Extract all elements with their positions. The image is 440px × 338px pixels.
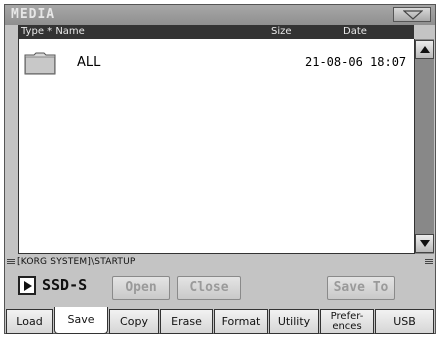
title-bar: MEDIA: [5, 5, 435, 25]
page-title: MEDIA: [11, 7, 56, 22]
tab-erase[interactable]: Erase: [160, 309, 213, 334]
close-button[interactable]: Close: [177, 276, 241, 300]
menu-triangle-icon: [403, 10, 423, 20]
device-label: SSD-S: [42, 276, 88, 294]
tab-load[interactable]: Load: [6, 309, 53, 334]
page-menu-button[interactable]: [393, 7, 431, 22]
file-list: ALL 21-08-06 18:07: [18, 39, 414, 254]
device-arrow-button[interactable]: [18, 276, 36, 295]
tab-usb[interactable]: USB: [375, 309, 434, 334]
arrow-down-icon: [420, 240, 430, 247]
play-triangle-icon: [24, 281, 32, 291]
path-bar: [KORG SYSTEM]\STARTUP: [5, 256, 435, 268]
device-selector[interactable]: SSD-S: [18, 274, 108, 298]
save-to-button[interactable]: Save To: [327, 276, 395, 300]
grip-icon: [7, 259, 15, 264]
list-item[interactable]: ALL 21-08-06 18:07: [19, 47, 415, 79]
column-header-size[interactable]: Size: [271, 26, 292, 37]
grip-icon: [425, 259, 433, 264]
current-path: [KORG SYSTEM]\STARTUP: [17, 257, 136, 267]
column-header-type-name[interactable]: Type * Name: [21, 26, 85, 37]
scroll-up-button[interactable]: [415, 40, 434, 59]
file-list-header: Type * Name Size Date: [18, 25, 414, 39]
tab-preferences[interactable]: Prefer- ences: [320, 309, 374, 334]
file-date: 21-08-06 18:07: [305, 55, 407, 69]
file-name: ALL: [77, 55, 101, 70]
folder-icon: [24, 52, 56, 75]
tab-save[interactable]: Save: [54, 307, 108, 334]
tab-copy[interactable]: Copy: [109, 309, 159, 334]
scroll-down-button[interactable]: [415, 234, 434, 253]
arrow-up-icon: [420, 46, 430, 53]
tab-format[interactable]: Format: [214, 309, 268, 334]
media-screen: MEDIA Type * Name Size Date ALL 21-08-06…: [4, 4, 436, 334]
tab-utility[interactable]: Utility: [269, 309, 319, 334]
open-button[interactable]: Open: [112, 276, 170, 300]
scrollbar[interactable]: [414, 39, 434, 254]
tab-bar: Load Save Copy Erase Format Utility Pref…: [5, 307, 435, 334]
column-header-date[interactable]: Date: [343, 26, 367, 37]
